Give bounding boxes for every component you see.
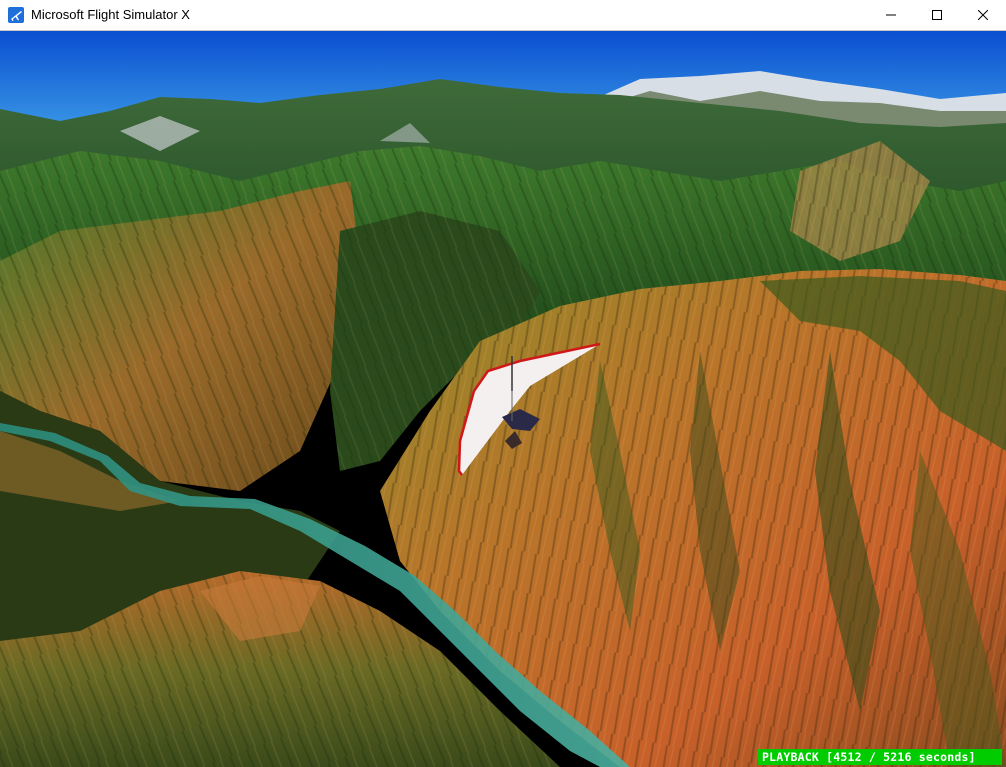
close-button[interactable] — [960, 0, 1006, 30]
close-icon — [978, 10, 988, 20]
maximize-button[interactable] — [914, 0, 960, 30]
airplane-icon — [8, 7, 24, 23]
minimize-icon — [886, 10, 896, 20]
simulator-viewport[interactable] — [0, 31, 1006, 767]
title-bar[interactable]: Microsoft Flight Simulator X — [0, 0, 1006, 31]
minimize-button[interactable] — [868, 0, 914, 30]
playback-status: PLAYBACK [4512 / 5216 seconds] — [758, 749, 1002, 765]
window-title: Microsoft Flight Simulator X — [31, 7, 190, 22]
maximize-icon — [932, 10, 942, 20]
app-window: Microsoft Flight Simulator X PLAYBACK [4… — [0, 0, 1006, 767]
mountain-landscape — [0, 31, 1006, 767]
